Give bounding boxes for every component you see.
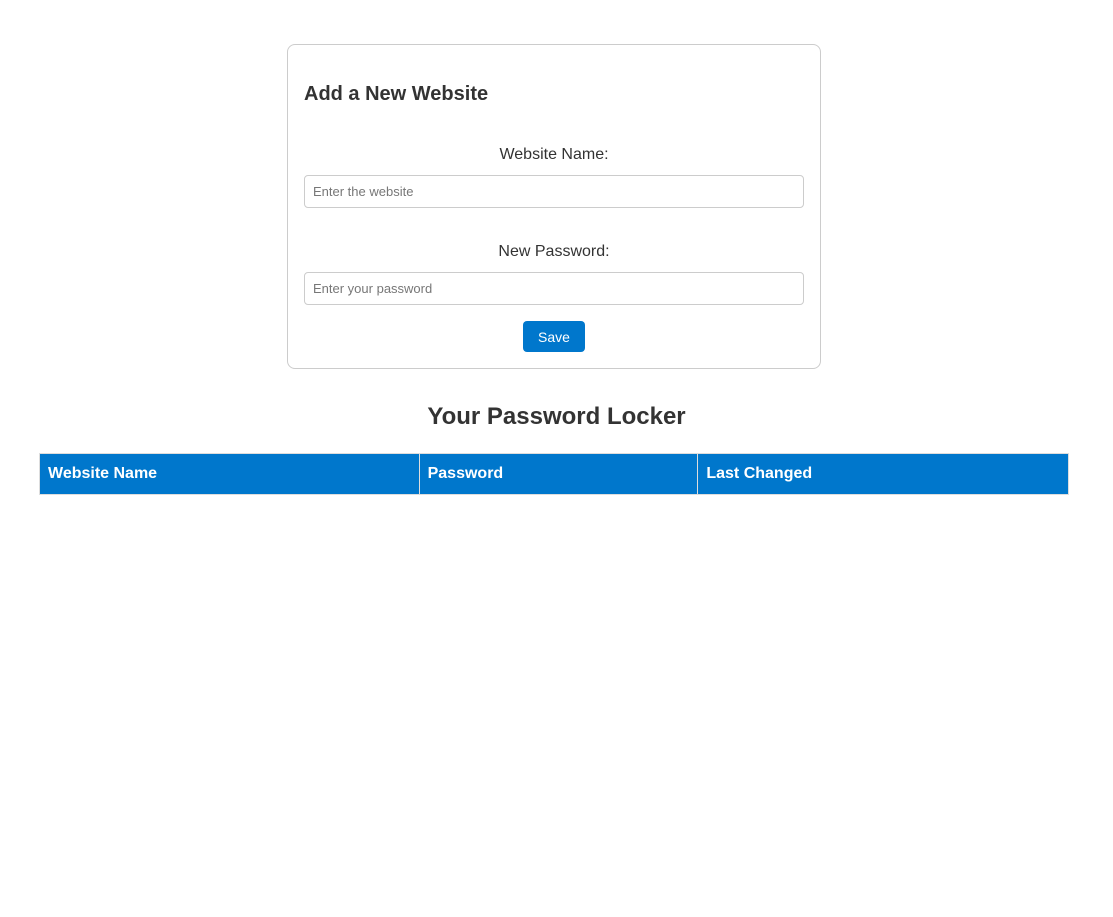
- new-password-input[interactable]: [304, 272, 804, 305]
- column-header-password: Password: [418, 453, 699, 495]
- add-website-card: Add a New Website Website Name: New Pass…: [287, 44, 821, 369]
- website-name-input[interactable]: [304, 175, 804, 208]
- table-header: Website Name Password Last Changed: [39, 453, 1069, 495]
- password-locker-title: Your Password Locker: [427, 403, 686, 430]
- password-locker-table: Website Name Password Last Changed: [39, 453, 1069, 495]
- table-header-row: Website Name Password Last Changed: [39, 453, 1069, 495]
- save-button[interactable]: Save: [523, 321, 585, 352]
- new-password-label: New Password:: [498, 243, 610, 260]
- column-header-website-name: Website Name: [39, 453, 420, 495]
- add-website-title: Add a New Website: [304, 83, 489, 105]
- column-header-last-changed: Last Changed: [697, 453, 1069, 495]
- website-name-label: Website Name:: [499, 146, 609, 163]
